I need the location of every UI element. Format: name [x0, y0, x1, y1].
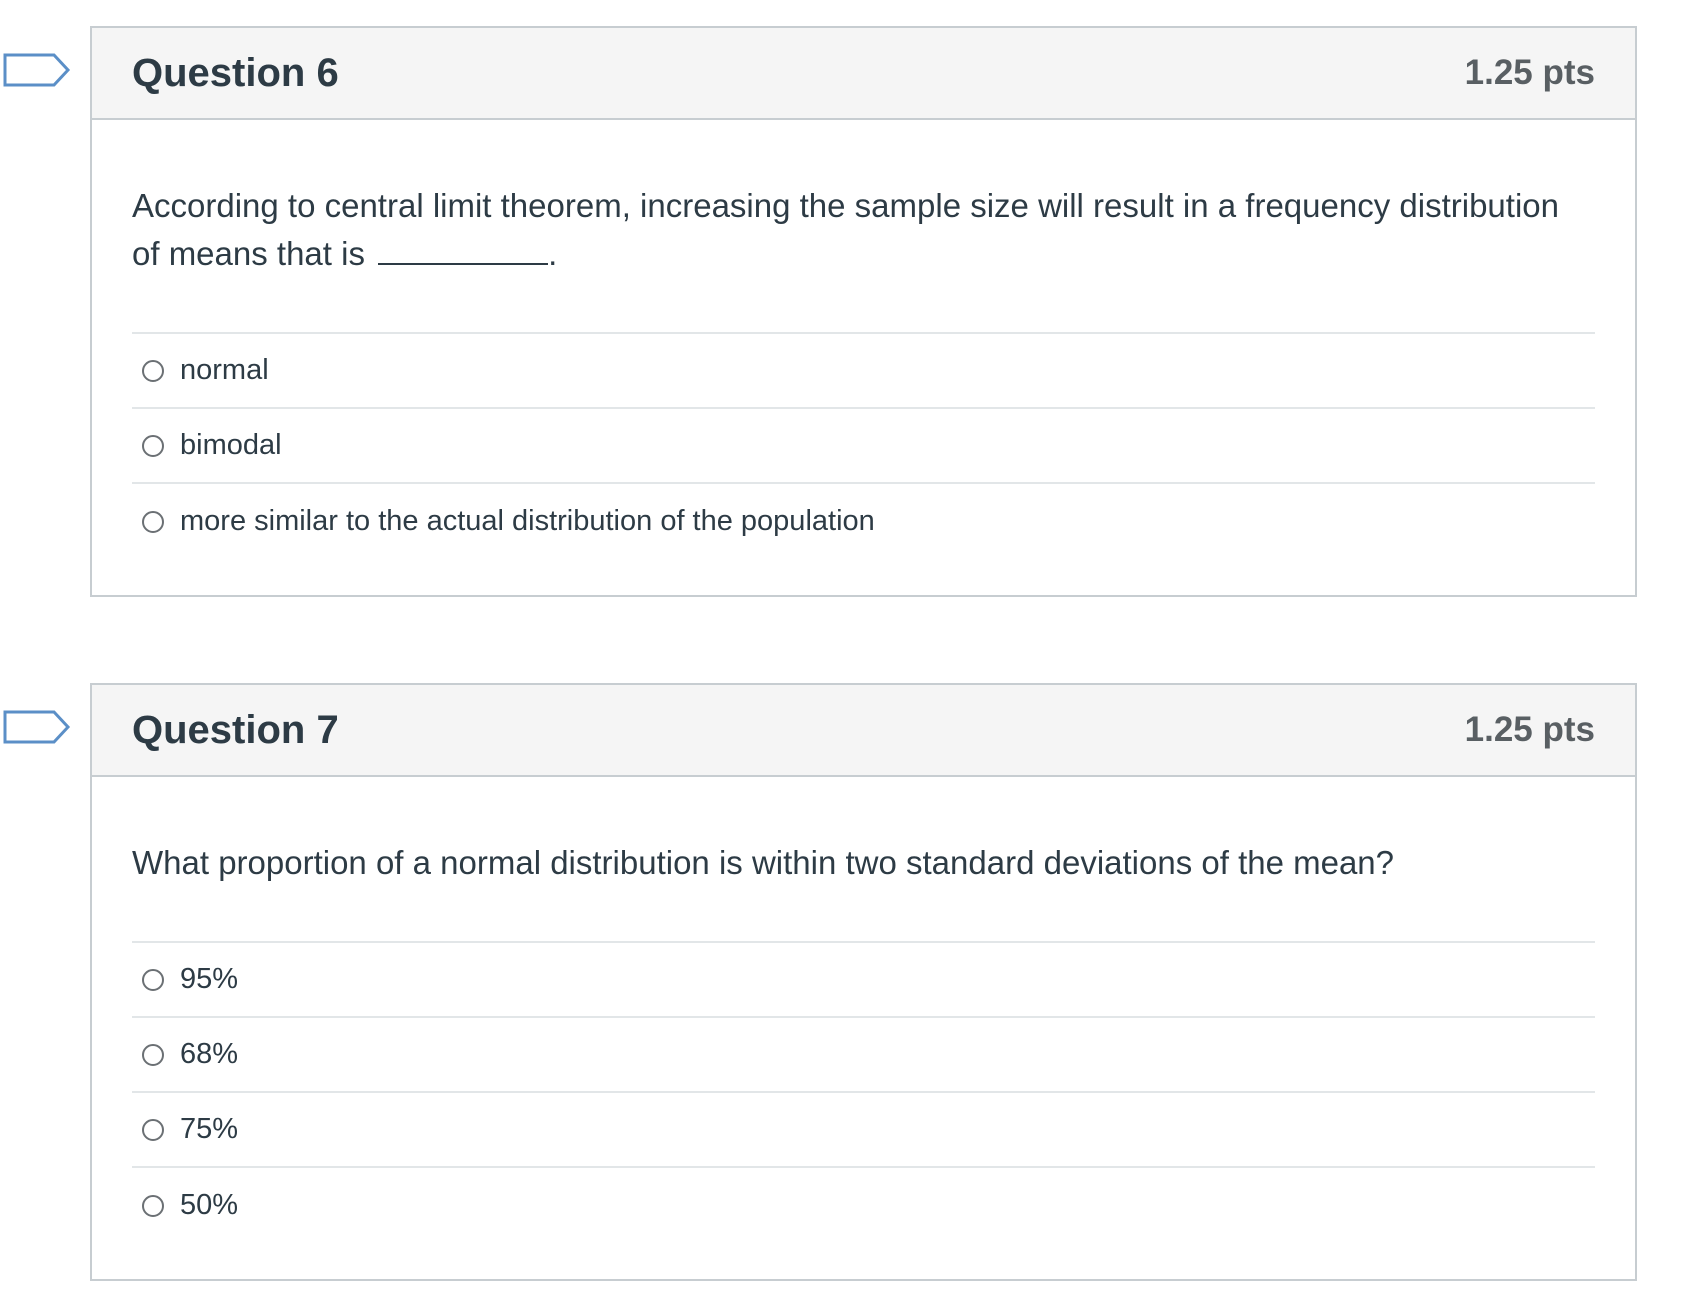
answer-option[interactable]: normal [132, 334, 1595, 409]
answer-option[interactable]: more similar to the actual distribution … [132, 484, 1595, 559]
bookmark-flag-icon[interactable] [2, 709, 74, 745]
question-card: Question 7 1.25 pts What proportion of a… [3, 683, 1637, 1281]
question-body: What proportion of a normal distribution… [92, 777, 1635, 1243]
radio-button[interactable] [142, 1118, 164, 1141]
prompt-end: . [548, 235, 558, 272]
radio-button[interactable] [142, 1194, 164, 1217]
answer-option[interactable]: 50% [132, 1168, 1595, 1243]
answer-option[interactable]: 68% [132, 1018, 1595, 1093]
question-header: Question 6 1.25 pts [92, 28, 1635, 120]
question-points: 1.25 pts [1464, 710, 1595, 749]
question-title: Question 7 [132, 707, 339, 752]
prompt-text: According to central limit theorem, incr… [132, 187, 1559, 272]
answer-option[interactable]: 95% [132, 943, 1595, 1018]
question-prompt: What proportion of a normal distribution… [132, 844, 1395, 881]
bookmark-flag-icon[interactable] [2, 52, 74, 88]
answer-option[interactable]: 75% [132, 1093, 1595, 1168]
answer-label: normal [180, 354, 269, 386]
radio-button[interactable] [142, 1043, 164, 1066]
radio-button[interactable] [142, 359, 164, 382]
answer-label: more similar to the actual distribution … [180, 505, 875, 537]
question-header: Question 7 1.25 pts [92, 685, 1635, 777]
question-prompt: According to central limit theorem, incr… [132, 182, 1595, 278]
question-card: Question 6 1.25 pts According to central… [3, 26, 1637, 597]
radio-button[interactable] [142, 510, 164, 533]
answer-label: 95% [180, 963, 239, 995]
answer-label: 68% [180, 1038, 239, 1070]
radio-button[interactable] [142, 434, 164, 457]
answer-option[interactable]: bimodal [132, 409, 1595, 484]
question-body: According to central limit theorem, incr… [92, 120, 1635, 559]
question-points: 1.25 pts [1464, 53, 1595, 92]
radio-button[interactable] [142, 968, 164, 991]
answer-list: normal bimodal more similar to the actua… [132, 332, 1595, 559]
answer-label: 50% [180, 1189, 239, 1221]
answer-label: bimodal [180, 429, 282, 461]
question-title: Question 6 [132, 50, 339, 95]
answer-list: 95% 68% 75% 50% [132, 941, 1595, 1243]
answer-label: 75% [180, 1113, 239, 1145]
fill-in-blank [378, 233, 549, 265]
